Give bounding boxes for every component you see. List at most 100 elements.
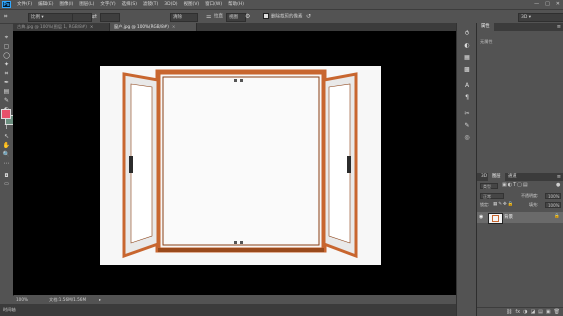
close-button[interactable]: ✕ (556, 1, 560, 7)
status-bar: 100% 文档:1.56M/1.56M ▸ (13, 296, 456, 304)
menu-image[interactable]: 图像(I) (59, 1, 73, 7)
ratio-width-input[interactable] (72, 13, 92, 22)
blend-mode-label: 正常 (483, 194, 491, 199)
menu-window[interactable]: 窗口(W) (205, 1, 222, 7)
crop-tool-icon[interactable]: ⌗ (0, 69, 13, 78)
link-layers-icon[interactable]: ⛓ (506, 309, 512, 315)
timeline-tab[interactable]: 时间轴 (3, 307, 16, 313)
ratio-select-label: 比例 (31, 15, 40, 20)
tab-document-1[interactable]: 古典.jpg @ 100%(图层 1, RGB/8#) × (13, 23, 110, 31)
zoom-tool-icon[interactable]: 🔍 (0, 150, 13, 159)
tab-properties[interactable]: 属性 (477, 23, 494, 31)
more-tools-icon[interactable]: ⋯ (0, 159, 13, 168)
straighten-label[interactable]: 拉直 (214, 13, 223, 20)
screen-mode-icon[interactable]: ▭ (0, 181, 13, 187)
settings-gear-icon[interactable]: ⚙ (245, 13, 250, 20)
panel-icon-column: ⥀ ◐ ▦ ▩ A ¶ ✂ ✎ ◎ (456, 23, 477, 316)
tab-close-icon[interactable]: × (90, 24, 94, 29)
menu-file[interactable]: 文件(F) (17, 1, 32, 7)
marquee-tool-icon[interactable]: ▢ (0, 42, 13, 51)
menu-3d[interactable]: 3D(D) (164, 2, 177, 7)
minimize-button[interactable]: — (534, 1, 539, 7)
clone-stamp-tool-icon[interactable]: ✎ (0, 96, 13, 105)
menu-select[interactable]: 选择(S) (122, 1, 137, 7)
quick-mask-icon[interactable]: ◘ (0, 173, 13, 179)
lock-icons[interactable]: ▦✎✥🔒 (493, 202, 514, 207)
blend-mode-select[interactable]: 正常 (480, 193, 504, 199)
document-canvas[interactable] (100, 66, 381, 265)
layers-panel-menu-icon[interactable]: ≡ (557, 173, 561, 181)
styles-icon[interactable]: ▦ (461, 53, 473, 62)
layer-kind-filter[interactable]: 类型 (480, 183, 498, 189)
paragraph-icon[interactable]: ¶ (461, 93, 473, 102)
history-icon[interactable]: ⥀ (461, 29, 473, 38)
tools-panel: ⌖ ▢ ◯ ✦ ⌗ ✒ ▤ ✎ ◐ ✿ T ↖ ✋ 🔍 ⋯ ◘ ▭ (0, 31, 15, 316)
workspace-select[interactable]: 3D ▾ (518, 13, 563, 22)
move-tool-icon[interactable]: ⌖ (0, 33, 13, 42)
overlay-view-label: 视图 (229, 15, 238, 20)
tab-layers[interactable]: 图层 (488, 173, 505, 181)
straighten-icon[interactable]: ⚌ (206, 13, 211, 20)
menu-type[interactable]: 文字(Y) (100, 1, 115, 7)
properties-panel-header: 属性 ≡ (477, 23, 563, 31)
menu-layer[interactable]: 图层(L) (79, 1, 94, 7)
menu-edit[interactable]: 编辑(E) (38, 1, 53, 7)
crop-tool-icon[interactable]: ⌗ (4, 13, 7, 20)
layer-name[interactable]: 背景 (504, 214, 513, 220)
foreground-color-swatch[interactable] (1, 109, 11, 119)
tab-close-icon[interactable]: × (172, 24, 176, 29)
delete-cropped-checkbox[interactable]: 删除裁剪的像素 (263, 13, 303, 20)
layer-row-background[interactable]: ◉ 背景 🔒 (477, 212, 563, 224)
adjustments-icon[interactable]: ◐ (461, 41, 473, 50)
properties-empty-label: 无属性 (480, 39, 493, 44)
filter-icons[interactable]: ▣◐T▢▤ (502, 182, 529, 188)
filter-toggle-icon[interactable]: ● (556, 182, 560, 188)
swatches-icon[interactable]: ▩ (461, 65, 473, 74)
maximize-button[interactable]: □ (545, 1, 550, 7)
hand-tool-icon[interactable]: ✋ (0, 141, 13, 150)
overlay-view-select[interactable]: 视图 (226, 13, 246, 22)
lasso-tool-icon[interactable]: ◯ (0, 51, 13, 60)
menu-help[interactable]: 帮助(H) (228, 1, 244, 7)
photoshop-logo: Ps (2, 0, 11, 8)
opacity-label: 不透明度: (521, 193, 539, 198)
fill-input[interactable]: 100% (545, 202, 561, 208)
reset-icon[interactable]: ↺ (306, 13, 311, 20)
new-group-icon[interactable]: ▤ (538, 309, 543, 315)
new-layer-icon[interactable]: ▣ (546, 309, 551, 315)
ratio-select[interactable]: 比例 ▾ (28, 13, 74, 22)
eyedropper-tool-icon[interactable]: ✒ (0, 78, 13, 87)
character-icon[interactable]: A (461, 81, 473, 90)
lock-label: 锁定: (480, 202, 490, 207)
layer-mask-icon[interactable]: ◪ (530, 309, 535, 315)
swap-icon[interactable]: ⇄ (92, 13, 97, 20)
panel-menu-icon[interactable]: ≡ (557, 23, 561, 31)
menu-view[interactable]: 视图(V) (184, 1, 200, 7)
tab-label: 古典.jpg @ 100%(图层 1, RGB/8#) (17, 24, 87, 29)
delete-layer-icon[interactable]: 🗑 (554, 309, 560, 315)
quick-select-tool-icon[interactable]: ✦ (0, 60, 13, 69)
document-info: 文档:1.56M/1.56M (49, 297, 87, 302)
opacity-input[interactable]: 100% (545, 193, 561, 199)
window-image (100, 66, 381, 265)
status-arrow-icon[interactable]: ▸ (99, 296, 101, 304)
path-select-tool-icon[interactable]: ↖ (0, 132, 13, 141)
adjustment-layer-icon[interactable]: ◑ (523, 309, 527, 315)
tab-document-2[interactable]: 窗户.jpg @ 100%(RGB/8#) × (110, 23, 197, 31)
zoom-level[interactable]: 100% (16, 296, 28, 304)
brush-presets-icon[interactable]: ✎ (461, 121, 473, 130)
tab-channels[interactable]: 通道 (504, 173, 521, 181)
kind-label: 类型 (483, 184, 491, 189)
left-handle (129, 156, 133, 173)
menu-filter[interactable]: 滤镜(T) (143, 1, 158, 7)
brush-tool-icon[interactable]: ▤ (0, 87, 13, 96)
tab-label: 窗户.jpg @ 100%(RGB/8#) (114, 24, 169, 29)
ratio-height-input[interactable] (100, 13, 120, 22)
checkbox-icon (263, 13, 269, 19)
clone-source-icon[interactable]: ◎ (461, 133, 473, 142)
layer-style-icon[interactable]: fx (515, 309, 520, 315)
clear-button[interactable]: 清除 (170, 13, 198, 22)
tool-presets-icon[interactable]: ✂ (461, 109, 473, 118)
visibility-eye-icon[interactable]: ◉ (479, 214, 483, 220)
workspace-label: 3D (521, 15, 528, 20)
